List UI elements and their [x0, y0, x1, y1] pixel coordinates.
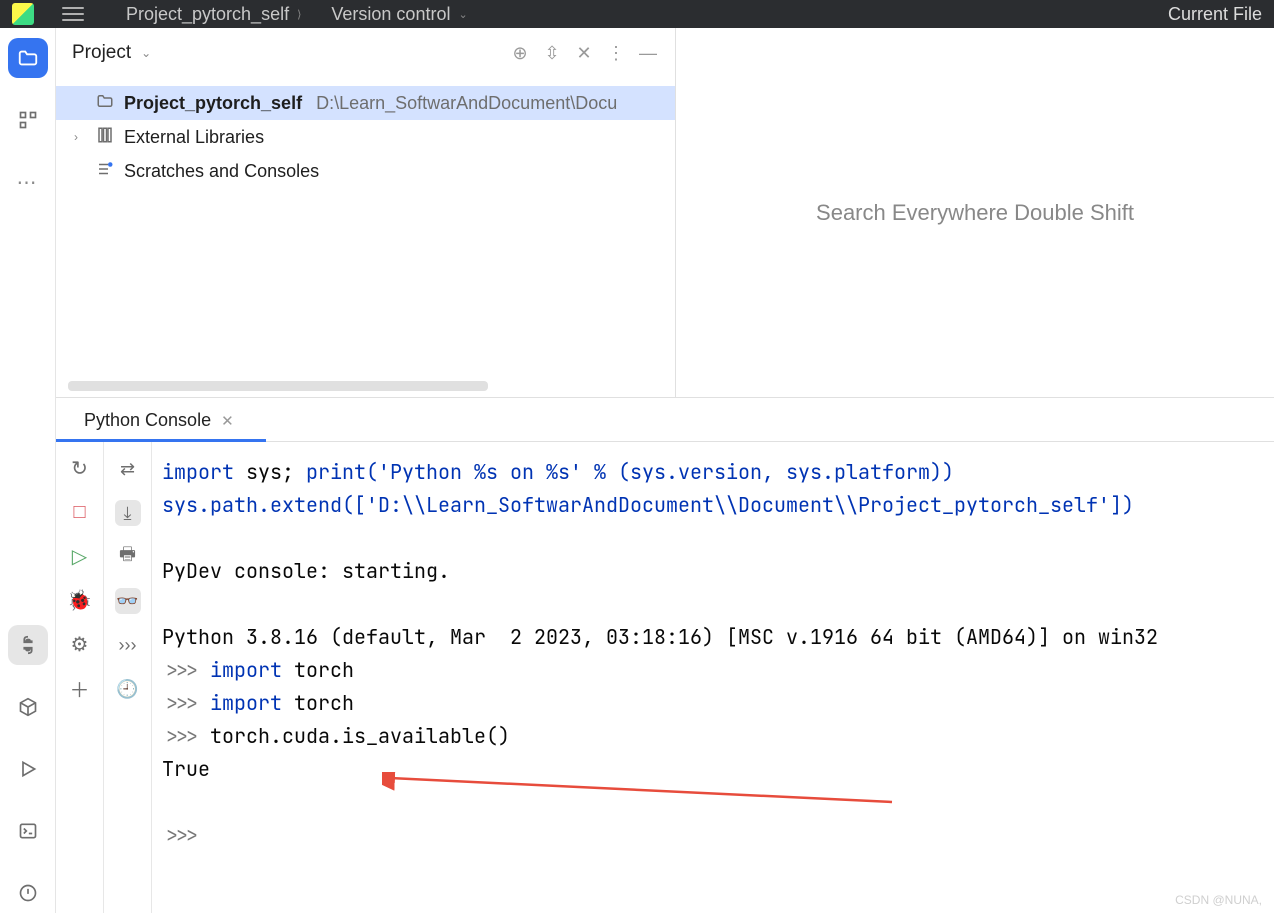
project-panel: Project ⌄ ⊕ ⇳ ✕ ⋮ — Project_pytorc: [56, 28, 676, 397]
select-opened-file-icon[interactable]: ⊕: [509, 42, 531, 64]
execute-icon[interactable]: ▷: [68, 544, 92, 568]
watermark: CSDN @NUNA,: [1175, 893, 1262, 907]
app-logo-icon: [12, 3, 34, 25]
more-tools-button[interactable]: ⋯: [8, 162, 48, 202]
print-icon[interactable]: 🖶: [115, 544, 141, 570]
tree-item-label: Scratches and Consoles: [124, 161, 319, 182]
tab-python-console[interactable]: Python Console ✕: [70, 402, 248, 441]
structure-tool-button[interactable]: [8, 100, 48, 140]
debug-icon[interactable]: 🐞: [68, 588, 92, 612]
chevron-right-icon: ⟩: [297, 8, 301, 21]
tree-root-path: D:\Learn_SoftwarAndDocument\Docu: [316, 93, 617, 114]
tree-item-label: External Libraries: [124, 127, 264, 148]
settings-icon[interactable]: ⚙: [68, 632, 92, 656]
library-icon: [96, 126, 116, 149]
annotation-arrow-icon: [382, 772, 902, 812]
python-console-tool-button[interactable]: [8, 625, 48, 665]
folder-icon: [96, 92, 116, 115]
close-tab-icon[interactable]: ✕: [221, 412, 234, 430]
breadcrumb-project[interactable]: Project_pytorch_self: [126, 4, 289, 25]
expand-collapse-icon[interactable]: ⇳: [541, 42, 563, 64]
close-panel-icon[interactable]: ✕: [573, 42, 595, 64]
history-prompt-icon[interactable]: ›››: [115, 632, 141, 658]
horizontal-scrollbar[interactable]: [68, 381, 488, 391]
new-console-icon[interactable]: ＋: [68, 676, 92, 700]
run-config-label[interactable]: Current File: [1168, 4, 1262, 25]
project-panel-title[interactable]: Project: [72, 42, 131, 64]
services-tool-button[interactable]: [8, 749, 48, 789]
scratches-icon: [96, 160, 116, 183]
console-action-gutter: ↻ □ ▷ 🐞 ⚙ ＋: [56, 442, 104, 913]
minimize-panel-icon[interactable]: —: [637, 42, 659, 64]
packages-tool-button[interactable]: [8, 687, 48, 727]
vcs-menu[interactable]: Version control: [331, 4, 450, 25]
soft-wrap-icon[interactable]: ⇄: [115, 456, 141, 482]
rerun-icon[interactable]: ↻: [68, 456, 92, 480]
editor-placeholder: Search Everywhere Double Shift: [676, 28, 1274, 397]
history-icon[interactable]: 🕘: [115, 676, 141, 702]
tree-root-name: Project_pytorch_self: [124, 93, 302, 114]
stop-icon[interactable]: □: [68, 500, 92, 524]
left-tool-strip: ⋯: [0, 28, 56, 913]
panel-options-icon[interactable]: ⋮: [605, 42, 627, 64]
scroll-to-end-icon[interactable]: ⤓: [115, 500, 141, 526]
python-console: ↻ □ ▷ 🐞 ⚙ ＋ ⇄ ⤓ 🖶 👓 ››› 🕘 import sys; pr…: [56, 442, 1274, 913]
bottom-tab-strip: Python Console ✕: [56, 398, 1274, 442]
console-output[interactable]: import sys; print('Python %s on %s' % (s…: [152, 442, 1274, 913]
show-vars-icon[interactable]: 👓: [115, 588, 141, 614]
main-menu-button[interactable]: [62, 3, 84, 25]
expand-icon[interactable]: ›: [74, 130, 88, 144]
project-tool-button[interactable]: [8, 38, 48, 78]
chevron-down-icon[interactable]: ⌄: [141, 46, 151, 60]
chevron-down-icon: ⌄: [458, 8, 467, 21]
project-tree[interactable]: Project_pytorch_self D:\Learn_SoftwarAnd…: [56, 78, 675, 196]
tree-root[interactable]: Project_pytorch_self D:\Learn_SoftwarAnd…: [56, 86, 675, 120]
top-bar: Project_pytorch_self ⟩ Version control ⌄…: [0, 0, 1274, 28]
tree-scratches[interactable]: Scratches and Consoles: [56, 154, 675, 188]
problems-tool-button[interactable]: [8, 873, 48, 913]
console-view-gutter: ⇄ ⤓ 🖶 👓 ››› 🕘: [104, 442, 152, 913]
tree-external-libs[interactable]: › External Libraries: [56, 120, 675, 154]
terminal-tool-button[interactable]: [8, 811, 48, 851]
